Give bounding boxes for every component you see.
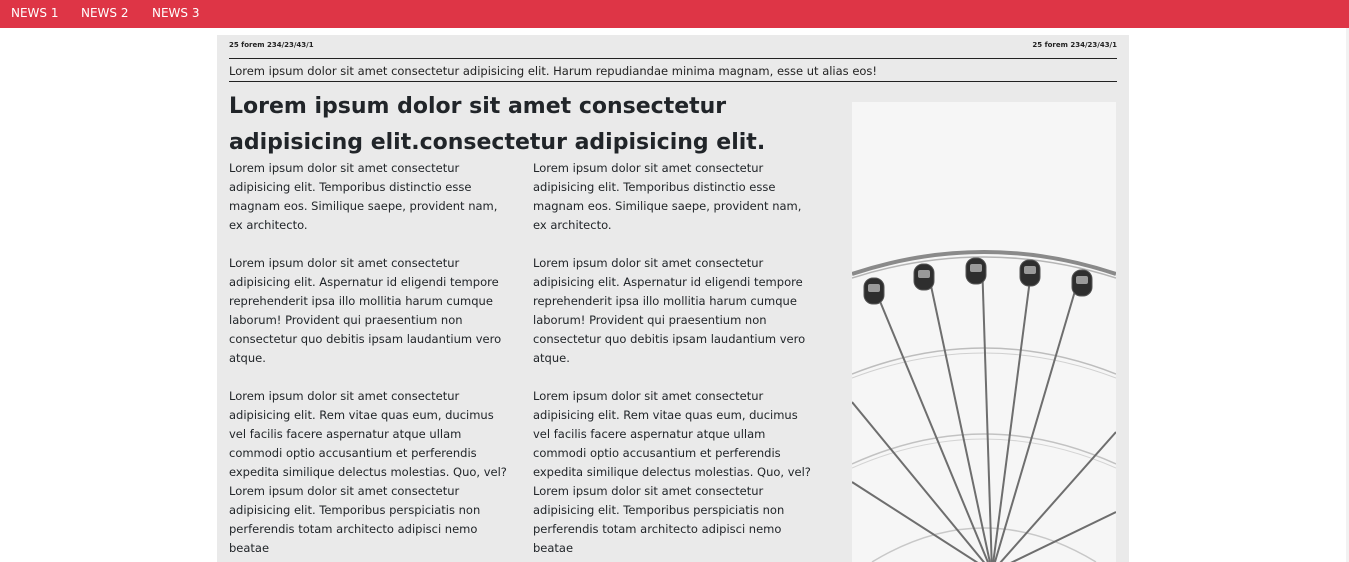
divider-top (229, 58, 1117, 59)
column-1-paragraph-1: Lorem ipsum dolor sit amet consectetur a… (229, 161, 498, 232)
column-2-paragraph-3: Lorem ipsum dolor sit amet consectetur a… (533, 389, 811, 555)
article-subtitle: Lorem ipsum dolor sit amet consectetur a… (229, 64, 878, 78)
article-column-2: Lorem ipsum dolor sit amet consectetur a… (533, 159, 815, 562)
column-2-paragraph-1: Lorem ipsum dolor sit amet consectetur a… (533, 161, 802, 232)
column-1-paragraph-3: Lorem ipsum dolor sit amet consectetur a… (229, 389, 507, 555)
column-2-paragraph-2: Lorem ipsum dolor sit amet consectetur a… (533, 256, 806, 365)
article-headline: Lorem ipsum dolor sit amet consectetur a… (229, 94, 766, 155)
nav-link-news-2[interactable]: NEWS 2 (81, 6, 129, 20)
meta-right: 25 forem 234/23/43/1 (1032, 41, 1117, 49)
column-1-paragraph-2: Lorem ipsum dolor sit amet consectetur a… (229, 256, 502, 365)
meta-left: 25 forem 234/23/43/1 (229, 41, 314, 49)
article-paper: 25 forem 234/23/43/1 25 forem 234/23/43/… (217, 35, 1129, 562)
article-column-1: Lorem ipsum dolor sit amet consectetur a… (229, 159, 511, 562)
top-navbar: NEWS 1 NEWS 2 NEWS 3 (0, 0, 1349, 28)
nav-link-news-1[interactable]: NEWS 1 (11, 6, 59, 20)
nav-link-news-3[interactable]: NEWS 3 (152, 6, 200, 20)
ferris-wheel-photo (851, 102, 1117, 562)
ferris-wheel-illustration (851, 102, 1117, 562)
divider-bottom (229, 81, 1117, 82)
